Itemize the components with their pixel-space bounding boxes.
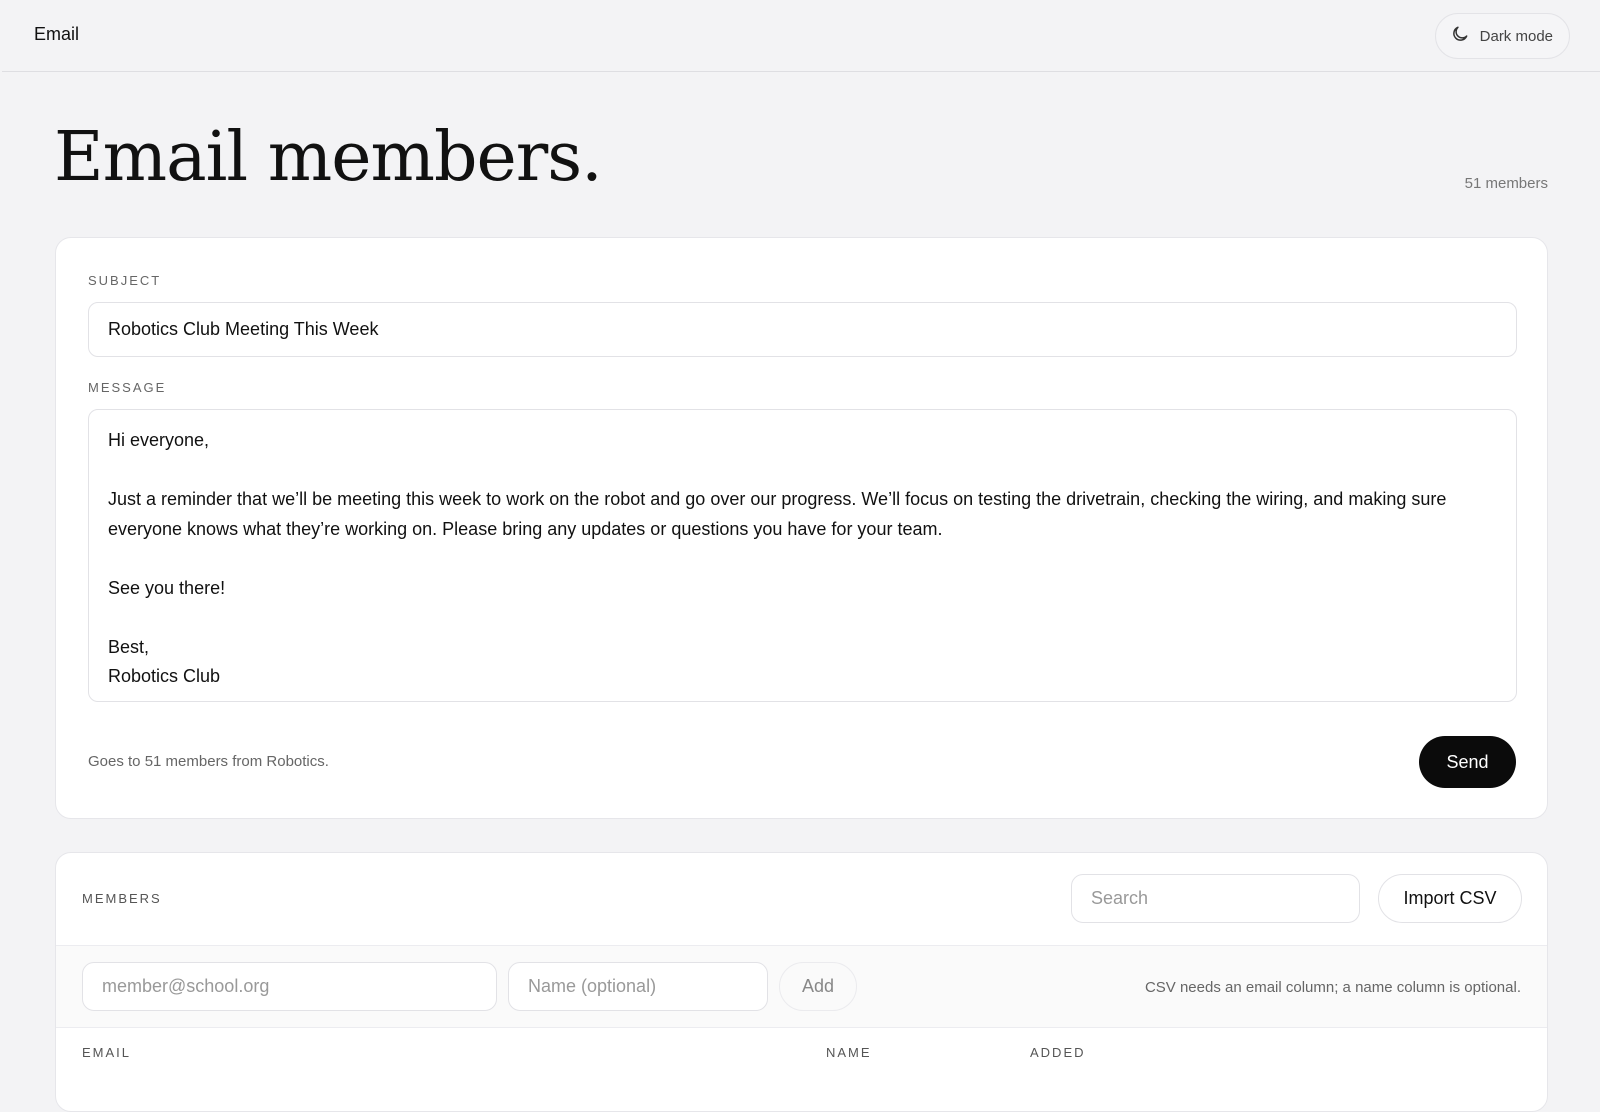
message-textarea[interactable]: Hi everyone, Just a reminder that we’ll … xyxy=(88,409,1517,702)
app-title: Email xyxy=(34,24,80,44)
column-header-added[interactable]: ADDED xyxy=(1030,1045,1086,1060)
subject-input[interactable] xyxy=(88,302,1517,357)
member-name-input[interactable] xyxy=(508,962,768,1011)
top-bar: Email Dark mode xyxy=(2,0,1600,72)
recipients-note: Goes to 51 members from Robotics. xyxy=(88,753,329,770)
dark-mode-label: Dark mode xyxy=(1479,27,1553,45)
add-member-row: Add CSV needs an email column; a name co… xyxy=(56,946,1547,1028)
subject-label: SUBJECT xyxy=(88,273,162,288)
moon-icon xyxy=(1450,24,1470,48)
column-header-name[interactable]: NAME xyxy=(826,1045,872,1060)
column-header-email[interactable]: EMAIL xyxy=(82,1045,131,1060)
members-section-label: MEMBERS xyxy=(82,891,162,906)
compose-card: SUBJECT MESSAGE Hi everyone, Just a remi… xyxy=(55,237,1548,819)
message-label: MESSAGE xyxy=(88,380,167,395)
search-input[interactable] xyxy=(1071,874,1360,923)
send-button[interactable]: Send xyxy=(1419,736,1516,788)
member-count: 51 members xyxy=(1464,175,1548,192)
page-title: Email members. xyxy=(54,118,603,197)
member-email-input[interactable] xyxy=(82,962,497,1011)
members-header: MEMBERS Import CSV xyxy=(56,853,1547,946)
add-member-button[interactable]: Add xyxy=(779,962,857,1011)
members-card: MEMBERS Import CSV Add CSV needs an emai… xyxy=(55,852,1548,1112)
csv-hint: CSV needs an email column; a name column… xyxy=(1144,979,1521,996)
import-csv-button[interactable]: Import CSV xyxy=(1378,874,1522,923)
dark-mode-toggle[interactable]: Dark mode xyxy=(1434,13,1570,59)
